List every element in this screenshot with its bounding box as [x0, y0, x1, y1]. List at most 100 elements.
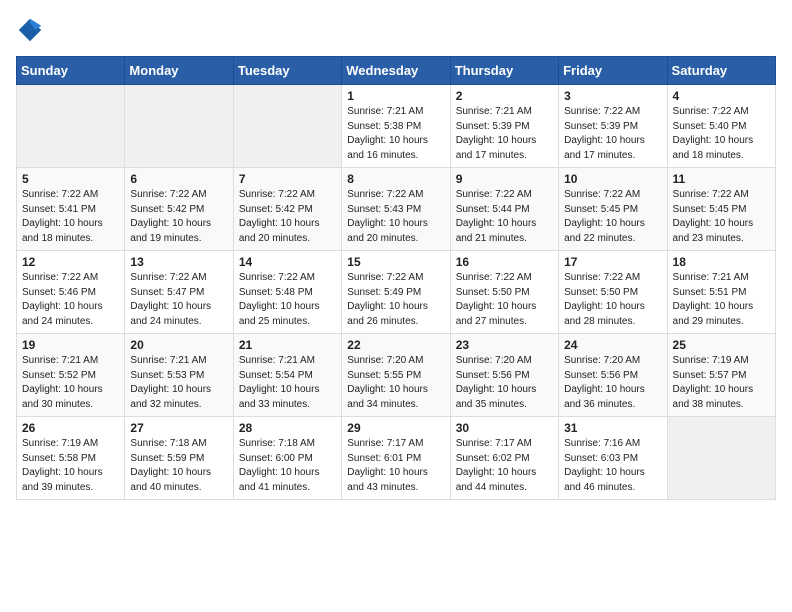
day-number: 21 [239, 338, 336, 352]
week-row-3: 12 Sunrise: 7:22 AMSunset: 5:46 PMDayligh… [17, 251, 776, 334]
calendar-table: SundayMondayTuesdayWednesdayThursdayFrid… [16, 56, 776, 500]
calendar-cell: 24 Sunrise: 7:20 AMSunset: 5:56 PMDayligh… [559, 334, 667, 417]
day-number: 23 [456, 338, 553, 352]
day-number: 10 [564, 172, 661, 186]
day-number: 1 [347, 89, 444, 103]
day-number: 2 [456, 89, 553, 103]
day-info: Sunrise: 7:22 AMSunset: 5:46 PMDaylight:… [22, 271, 119, 329]
calendar-cell: 21 Sunrise: 7:21 AMSunset: 5:54 PMDayligh… [233, 334, 341, 417]
day-number: 16 [456, 255, 553, 269]
day-info: Sunrise: 7:22 AMSunset: 5:45 PMDaylight:… [673, 188, 770, 246]
day-number: 4 [673, 89, 770, 103]
day-number: 24 [564, 338, 661, 352]
day-info: Sunrise: 7:22 AMSunset: 5:40 PMDaylight:… [673, 105, 770, 163]
calendar-cell: 29Sunrise: 7:17 AMSunset: 6:01 PMDayligh… [342, 417, 450, 500]
calendar-cell: 1 Sunrise: 7:21 AMSunset: 5:38 PMDaylight… [342, 85, 450, 168]
day-number: 9 [456, 172, 553, 186]
calendar-cell: 20 Sunrise: 7:21 AMSunset: 5:53 PMDayligh… [125, 334, 233, 417]
calendar-cell: 9 Sunrise: 7:22 AMSunset: 5:44 PMDaylight… [450, 168, 558, 251]
calendar-cell [125, 85, 233, 168]
day-info: Sunrise: 7:21 AMSunset: 5:52 PMDaylight:… [22, 354, 119, 412]
day-number: 17 [564, 255, 661, 269]
calendar-cell: 4 Sunrise: 7:22 AMSunset: 5:40 PMDaylight… [667, 85, 775, 168]
page-header [16, 16, 776, 44]
calendar-cell: 8 Sunrise: 7:22 AMSunset: 5:43 PMDaylight… [342, 168, 450, 251]
calendar-cell [667, 417, 775, 500]
calendar-cell: 12 Sunrise: 7:22 AMSunset: 5:46 PMDayligh… [17, 251, 125, 334]
calendar-cell: 15 Sunrise: 7:22 AMSunset: 5:49 PMDayligh… [342, 251, 450, 334]
day-info: Sunrise: 7:21 AMSunset: 5:54 PMDaylight:… [239, 354, 336, 412]
column-header-sunday: Sunday [17, 57, 125, 85]
day-number: 14 [239, 255, 336, 269]
day-number: 25 [673, 338, 770, 352]
day-info: Sunrise: 7:19 AMSunset: 5:57 PMDaylight:… [673, 354, 770, 412]
calendar-cell [233, 85, 341, 168]
column-header-tuesday: Tuesday [233, 57, 341, 85]
day-number: 12 [22, 255, 119, 269]
calendar-cell: 22 Sunrise: 7:20 AMSunset: 5:55 PMDayligh… [342, 334, 450, 417]
calendar-cell: 30Sunrise: 7:17 AMSunset: 6:02 PMDayligh… [450, 417, 558, 500]
day-number: 13 [130, 255, 227, 269]
calendar-cell: 11 Sunrise: 7:22 AMSunset: 5:45 PMDayligh… [667, 168, 775, 251]
logo [16, 16, 48, 44]
calendar-cell: 19 Sunrise: 7:21 AMSunset: 5:52 PMDayligh… [17, 334, 125, 417]
day-info: Sunrise: 7:21 AMSunset: 5:39 PMDaylight:… [456, 105, 553, 163]
calendar-cell: 2 Sunrise: 7:21 AMSunset: 5:39 PMDaylight… [450, 85, 558, 168]
calendar-cell: 31 Sunrise: 7:16 AMSunset: 6:03 PMDayligh… [559, 417, 667, 500]
day-info: Sunrise: 7:21 AMSunset: 5:53 PMDaylight:… [130, 354, 227, 412]
calendar-cell [17, 85, 125, 168]
week-row-4: 19 Sunrise: 7:21 AMSunset: 5:52 PMDayligh… [17, 334, 776, 417]
calendar-cell: 13 Sunrise: 7:22 AMSunset: 5:47 PMDayligh… [125, 251, 233, 334]
day-number: 7 [239, 172, 336, 186]
calendar-cell: 28Sunrise: 7:18 AMSunset: 6:00 PMDayligh… [233, 417, 341, 500]
day-info: Sunrise: 7:16 AMSunset: 6:03 PMDaylight:… [564, 437, 661, 495]
day-info: Sunrise: 7:22 AMSunset: 5:42 PMDaylight:… [130, 188, 227, 246]
column-header-monday: Monday [125, 57, 233, 85]
day-number: 11 [673, 172, 770, 186]
day-info: Sunrise: 7:17 AMSunset: 6:02 PMDaylight:… [456, 437, 553, 495]
day-info: Sunrise: 7:20 AMSunset: 5:56 PMDaylight:… [564, 354, 661, 412]
day-number: 31 [564, 421, 661, 435]
calendar-cell: 7 Sunrise: 7:22 AMSunset: 5:42 PMDaylight… [233, 168, 341, 251]
calendar-cell: 14 Sunrise: 7:22 AMSunset: 5:48 PMDayligh… [233, 251, 341, 334]
day-info: Sunrise: 7:22 AMSunset: 5:50 PMDaylight:… [564, 271, 661, 329]
day-number: 8 [347, 172, 444, 186]
day-info: Sunrise: 7:18 AMSunset: 5:59 PMDaylight:… [130, 437, 227, 495]
day-number: 19 [22, 338, 119, 352]
day-info: Sunrise: 7:22 AMSunset: 5:49 PMDaylight:… [347, 271, 444, 329]
week-row-5: 26Sunrise: 7:19 AMSunset: 5:58 PMDayligh… [17, 417, 776, 500]
calendar-cell: 18 Sunrise: 7:21 AMSunset: 5:51 PMDayligh… [667, 251, 775, 334]
calendar-cell: 26Sunrise: 7:19 AMSunset: 5:58 PMDayligh… [17, 417, 125, 500]
calendar-cell: 27 Sunrise: 7:18 AMSunset: 5:59 PMDayligh… [125, 417, 233, 500]
week-row-1: 1 Sunrise: 7:21 AMSunset: 5:38 PMDaylight… [17, 85, 776, 168]
day-info: Sunrise: 7:20 AMSunset: 5:55 PMDaylight:… [347, 354, 444, 412]
calendar-cell: 5 Sunrise: 7:22 AMSunset: 5:41 PMDaylight… [17, 168, 125, 251]
logo-icon [16, 16, 44, 44]
day-number: 5 [22, 172, 119, 186]
calendar-header-row: SundayMondayTuesdayWednesdayThursdayFrid… [17, 57, 776, 85]
day-info: Sunrise: 7:22 AMSunset: 5:45 PMDaylight:… [564, 188, 661, 246]
calendar-cell: 23 Sunrise: 7:20 AMSunset: 5:56 PMDayligh… [450, 334, 558, 417]
day-number: 28 [239, 421, 336, 435]
day-number: 22 [347, 338, 444, 352]
day-number: 3 [564, 89, 661, 103]
day-info: Sunrise: 7:22 AMSunset: 5:50 PMDaylight:… [456, 271, 553, 329]
day-info: Sunrise: 7:22 AMSunset: 5:43 PMDaylight:… [347, 188, 444, 246]
day-info: Sunrise: 7:22 AMSunset: 5:41 PMDaylight:… [22, 188, 119, 246]
day-info: Sunrise: 7:22 AMSunset: 5:48 PMDaylight:… [239, 271, 336, 329]
column-header-saturday: Saturday [667, 57, 775, 85]
day-number: 27 [130, 421, 227, 435]
day-info: Sunrise: 7:21 AMSunset: 5:51 PMDaylight:… [673, 271, 770, 329]
day-number: 29 [347, 421, 444, 435]
day-info: Sunrise: 7:20 AMSunset: 5:56 PMDaylight:… [456, 354, 553, 412]
day-info: Sunrise: 7:22 AMSunset: 5:44 PMDaylight:… [456, 188, 553, 246]
day-info: Sunrise: 7:22 AMSunset: 5:42 PMDaylight:… [239, 188, 336, 246]
day-info: Sunrise: 7:21 AMSunset: 5:38 PMDaylight:… [347, 105, 444, 163]
day-number: 20 [130, 338, 227, 352]
day-number: 15 [347, 255, 444, 269]
day-info: Sunrise: 7:22 AMSunset: 5:47 PMDaylight:… [130, 271, 227, 329]
column-header-friday: Friday [559, 57, 667, 85]
day-number: 26 [22, 421, 119, 435]
calendar-cell: 6Sunrise: 7:22 AMSunset: 5:42 PMDaylight… [125, 168, 233, 251]
day-number: 18 [673, 255, 770, 269]
